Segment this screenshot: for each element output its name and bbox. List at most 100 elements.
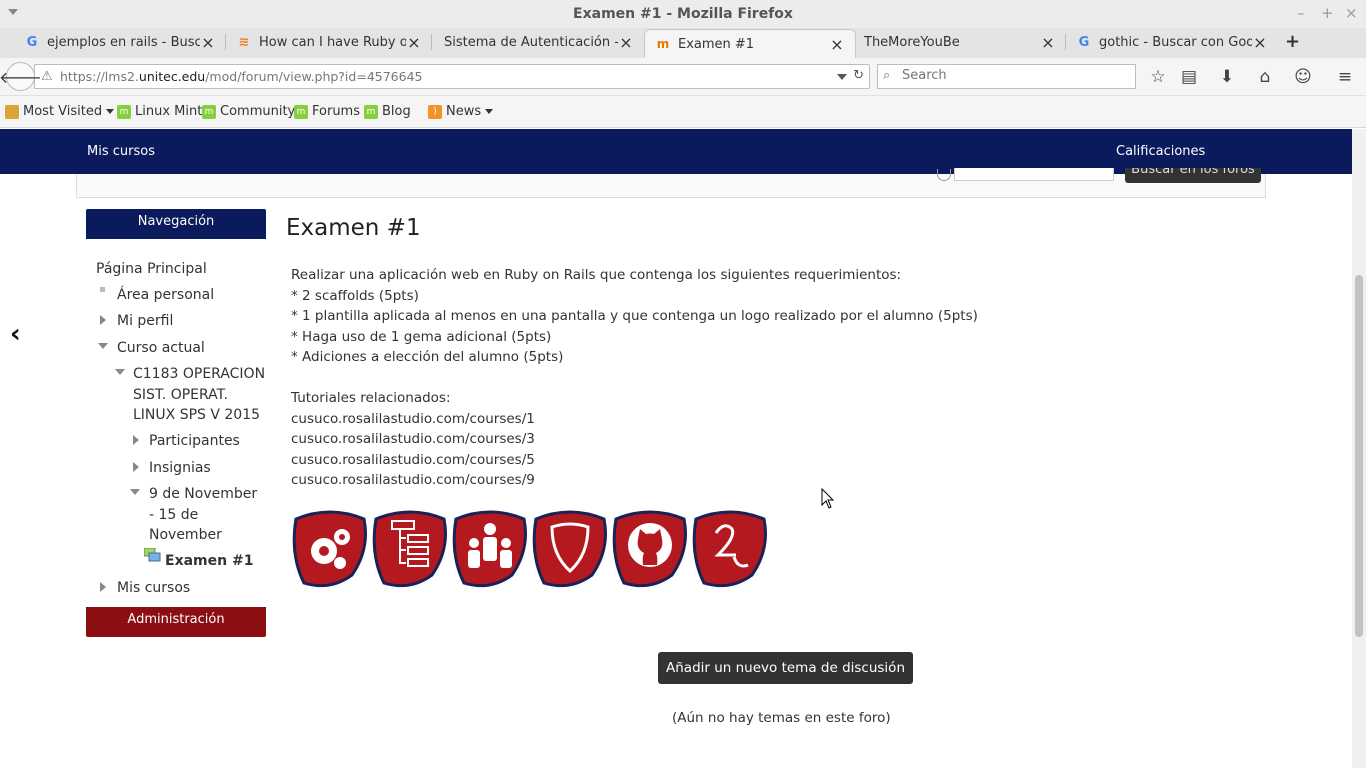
bookmark-linux-mint[interactable]: m Linux Mint (117, 104, 202, 119)
close-tab-icon[interactable]: × (200, 33, 216, 52)
administration-block-header[interactable]: Administración (86, 607, 266, 637)
number-two-badge-icon (692, 510, 767, 588)
close-tab-icon[interactable]: × (1040, 33, 1056, 52)
page-scrollbar-thumb[interactable] (1355, 275, 1363, 637)
back-arrow-icon: 🡐 (0, 67, 42, 87)
navigation-block-header[interactable]: Navegación (86, 209, 266, 239)
tab-label: How can I have Ruby on R... (259, 34, 406, 50)
nav-mis-cursos-link[interactable]: Mis cursos (87, 144, 155, 159)
hello-chat-icon[interactable]: ☺ (1291, 65, 1315, 89)
nav-item-week-line-2[interactable]: - 15 de (149, 505, 198, 526)
empty-forum-message: (Aún no hay temas en este foro) (672, 710, 891, 726)
close-tab-icon[interactable]: × (829, 35, 845, 54)
tutorial-link[interactable]: cusuco.rosalilastudio.com/courses/9 (291, 470, 978, 491)
download-icon[interactable]: ⬇ (1215, 65, 1239, 89)
tab-label: TheMoreYouBe (864, 34, 960, 50)
bookmark-star-icon[interactable]: ☆ (1146, 65, 1170, 89)
tab-examen[interactable]: m Examen #1 × (644, 29, 856, 58)
moodle-icon: m (656, 37, 670, 51)
navigation-toolbar: ⚠ https://lms2.unitec.edu/mod/forum/view… (0, 58, 1366, 96)
people-badge-icon (452, 510, 527, 588)
forum-search-strip: Buscar en los foros (76, 168, 1266, 198)
tutorial-link[interactable]: cusuco.rosalilastudio.com/courses/1 (291, 409, 978, 430)
search-input[interactable] (902, 68, 1127, 83)
description-line: * 2 scaffolds (5pts) (291, 287, 419, 304)
google-icon: G (26, 34, 38, 50)
tab-strip: G ejemplos en rails - Busca... × ≋ How c… (0, 28, 1366, 58)
url-history-dropdown-icon[interactable] (837, 74, 847, 80)
web-page: Mis cursos Calificaciones Buscar en los … (0, 129, 1352, 768)
new-tab-icon[interactable]: + (1285, 31, 1300, 52)
nav-item-course-line-2[interactable]: SIST. OPERAT. (133, 385, 228, 406)
description-blank-line (291, 368, 978, 389)
forum-search-button[interactable]: Buscar en los foros (1125, 168, 1261, 183)
forum-description: Realizar una aplicación web en Ruby on R… (291, 265, 978, 491)
bookmark-news[interactable]: ) News (428, 104, 494, 119)
tab-sistema-autenticacion[interactable]: Sistema de Autenticación - U... × (434, 28, 644, 56)
nav-calificaciones-link[interactable]: Calificaciones (1116, 144, 1205, 159)
bookmark-blog[interactable]: m Blog (364, 104, 411, 119)
url-text[interactable]: https://lms2.unitec.edu/mod/forum/view.p… (60, 69, 423, 84)
close-tab-icon[interactable]: × (1252, 33, 1268, 52)
search-icon: ⌕ (883, 68, 891, 83)
maximize-icon[interactable]: + (1321, 4, 1334, 22)
window-titlebar: Examen #1 - Mozilla Firefox – + × (0, 0, 1366, 28)
linux-mint-icon: m (117, 104, 131, 119)
folder-icon (5, 104, 19, 119)
nav-item-pagina-principal[interactable]: Página Principal (96, 259, 207, 280)
tab-themoreyoube[interactable]: TheMoreYouBe × (854, 28, 1066, 56)
nav-item-examen[interactable]: Examen #1 (165, 551, 253, 572)
scaffold-badge-icon (372, 510, 447, 588)
bookmarks-toolbar: Most Visited m Linux Mint m Community m … (0, 96, 1366, 128)
bookmark-forums[interactable]: m Forums (294, 104, 360, 119)
mouse-cursor-icon (821, 488, 835, 509)
nav-item-week-line-3[interactable]: November (149, 525, 222, 546)
stackoverflow-icon: ≋ (238, 34, 250, 50)
search-bar[interactable]: ⌕ (877, 64, 1136, 89)
url-bar[interactable]: ⚠ https://lms2.unitec.edu/mod/forum/view… (34, 64, 870, 89)
page-title: Examen #1 (286, 215, 421, 241)
tab-label: Examen #1 (678, 36, 755, 52)
bookmark-community[interactable]: m Community (202, 104, 295, 119)
close-tab-icon[interactable]: × (618, 33, 634, 52)
tab-label: Sistema de Autenticación - U... (444, 34, 618, 50)
shield-badge-icon (532, 510, 607, 588)
close-tab-icon[interactable]: × (406, 33, 422, 52)
minimize-icon[interactable]: – (1297, 4, 1305, 22)
nav-item-area-personal[interactable]: Área personal (117, 285, 214, 306)
description-line: * 1 plantilla aplicada al menos en una p… (291, 308, 978, 324)
nav-item-curso-actual[interactable]: Curso actual (117, 338, 205, 359)
nav-item-course-line-3[interactable]: LINUX SPS V 2015 (133, 405, 260, 426)
tab-gothic[interactable]: G gothic - Buscar con Google × (1066, 28, 1278, 56)
nav-item-insignias[interactable]: Insignias (149, 458, 211, 479)
nav-item-mis-cursos[interactable]: Mis cursos (117, 578, 190, 599)
warning-icon[interactable]: ⚠ (41, 69, 53, 84)
add-discussion-button[interactable]: Añadir un nuevo tema de discusión (658, 652, 913, 684)
chevron-down-icon (485, 109, 494, 114)
reading-list-icon[interactable]: ▤ (1177, 65, 1201, 89)
close-window-icon[interactable]: × (1345, 4, 1358, 22)
reload-icon[interactable]: ↻ (853, 68, 864, 83)
tab-label: ejemplos en rails - Busca... (47, 34, 200, 50)
tutorial-link[interactable]: cusuco.rosalilastudio.com/courses/3 (291, 429, 978, 450)
navigation-tree: Página Principal Área personal Mi perfil… (86, 239, 266, 607)
menu-hamburger-icon[interactable]: ≡ (1333, 65, 1357, 89)
forum-search-input[interactable] (954, 168, 1114, 181)
forum-icon (143, 547, 161, 570)
home-icon[interactable]: ⌂ (1253, 65, 1277, 89)
nav-item-participantes[interactable]: Participantes (149, 431, 240, 452)
github-badge-icon (612, 510, 687, 588)
navigation-block: Navegación Página Principal Área persona… (86, 209, 266, 637)
linux-mint-icon: m (202, 104, 216, 119)
rss-feed-icon: ) (428, 104, 442, 119)
tab-ejemplos-rails[interactable]: G ejemplos en rails - Busca... × (14, 28, 226, 56)
back-button[interactable]: 🡐 (0, 62, 42, 91)
previous-chevron-icon[interactable]: ‹ (10, 319, 21, 349)
nav-item-week-line-1[interactable]: 9 de November (149, 484, 257, 505)
help-icon[interactable] (937, 169, 951, 181)
bookmark-most-visited[interactable]: Most Visited (5, 104, 115, 119)
tab-ruby-on-rails[interactable]: ≋ How can I have Ruby on R... × (226, 28, 432, 56)
tutorial-link[interactable]: cusuco.rosalilastudio.com/courses/5 (291, 450, 978, 471)
nav-item-course-line-1[interactable]: C1183 OPERACION (133, 364, 265, 385)
nav-item-mi-perfil[interactable]: Mi perfil (117, 311, 173, 332)
